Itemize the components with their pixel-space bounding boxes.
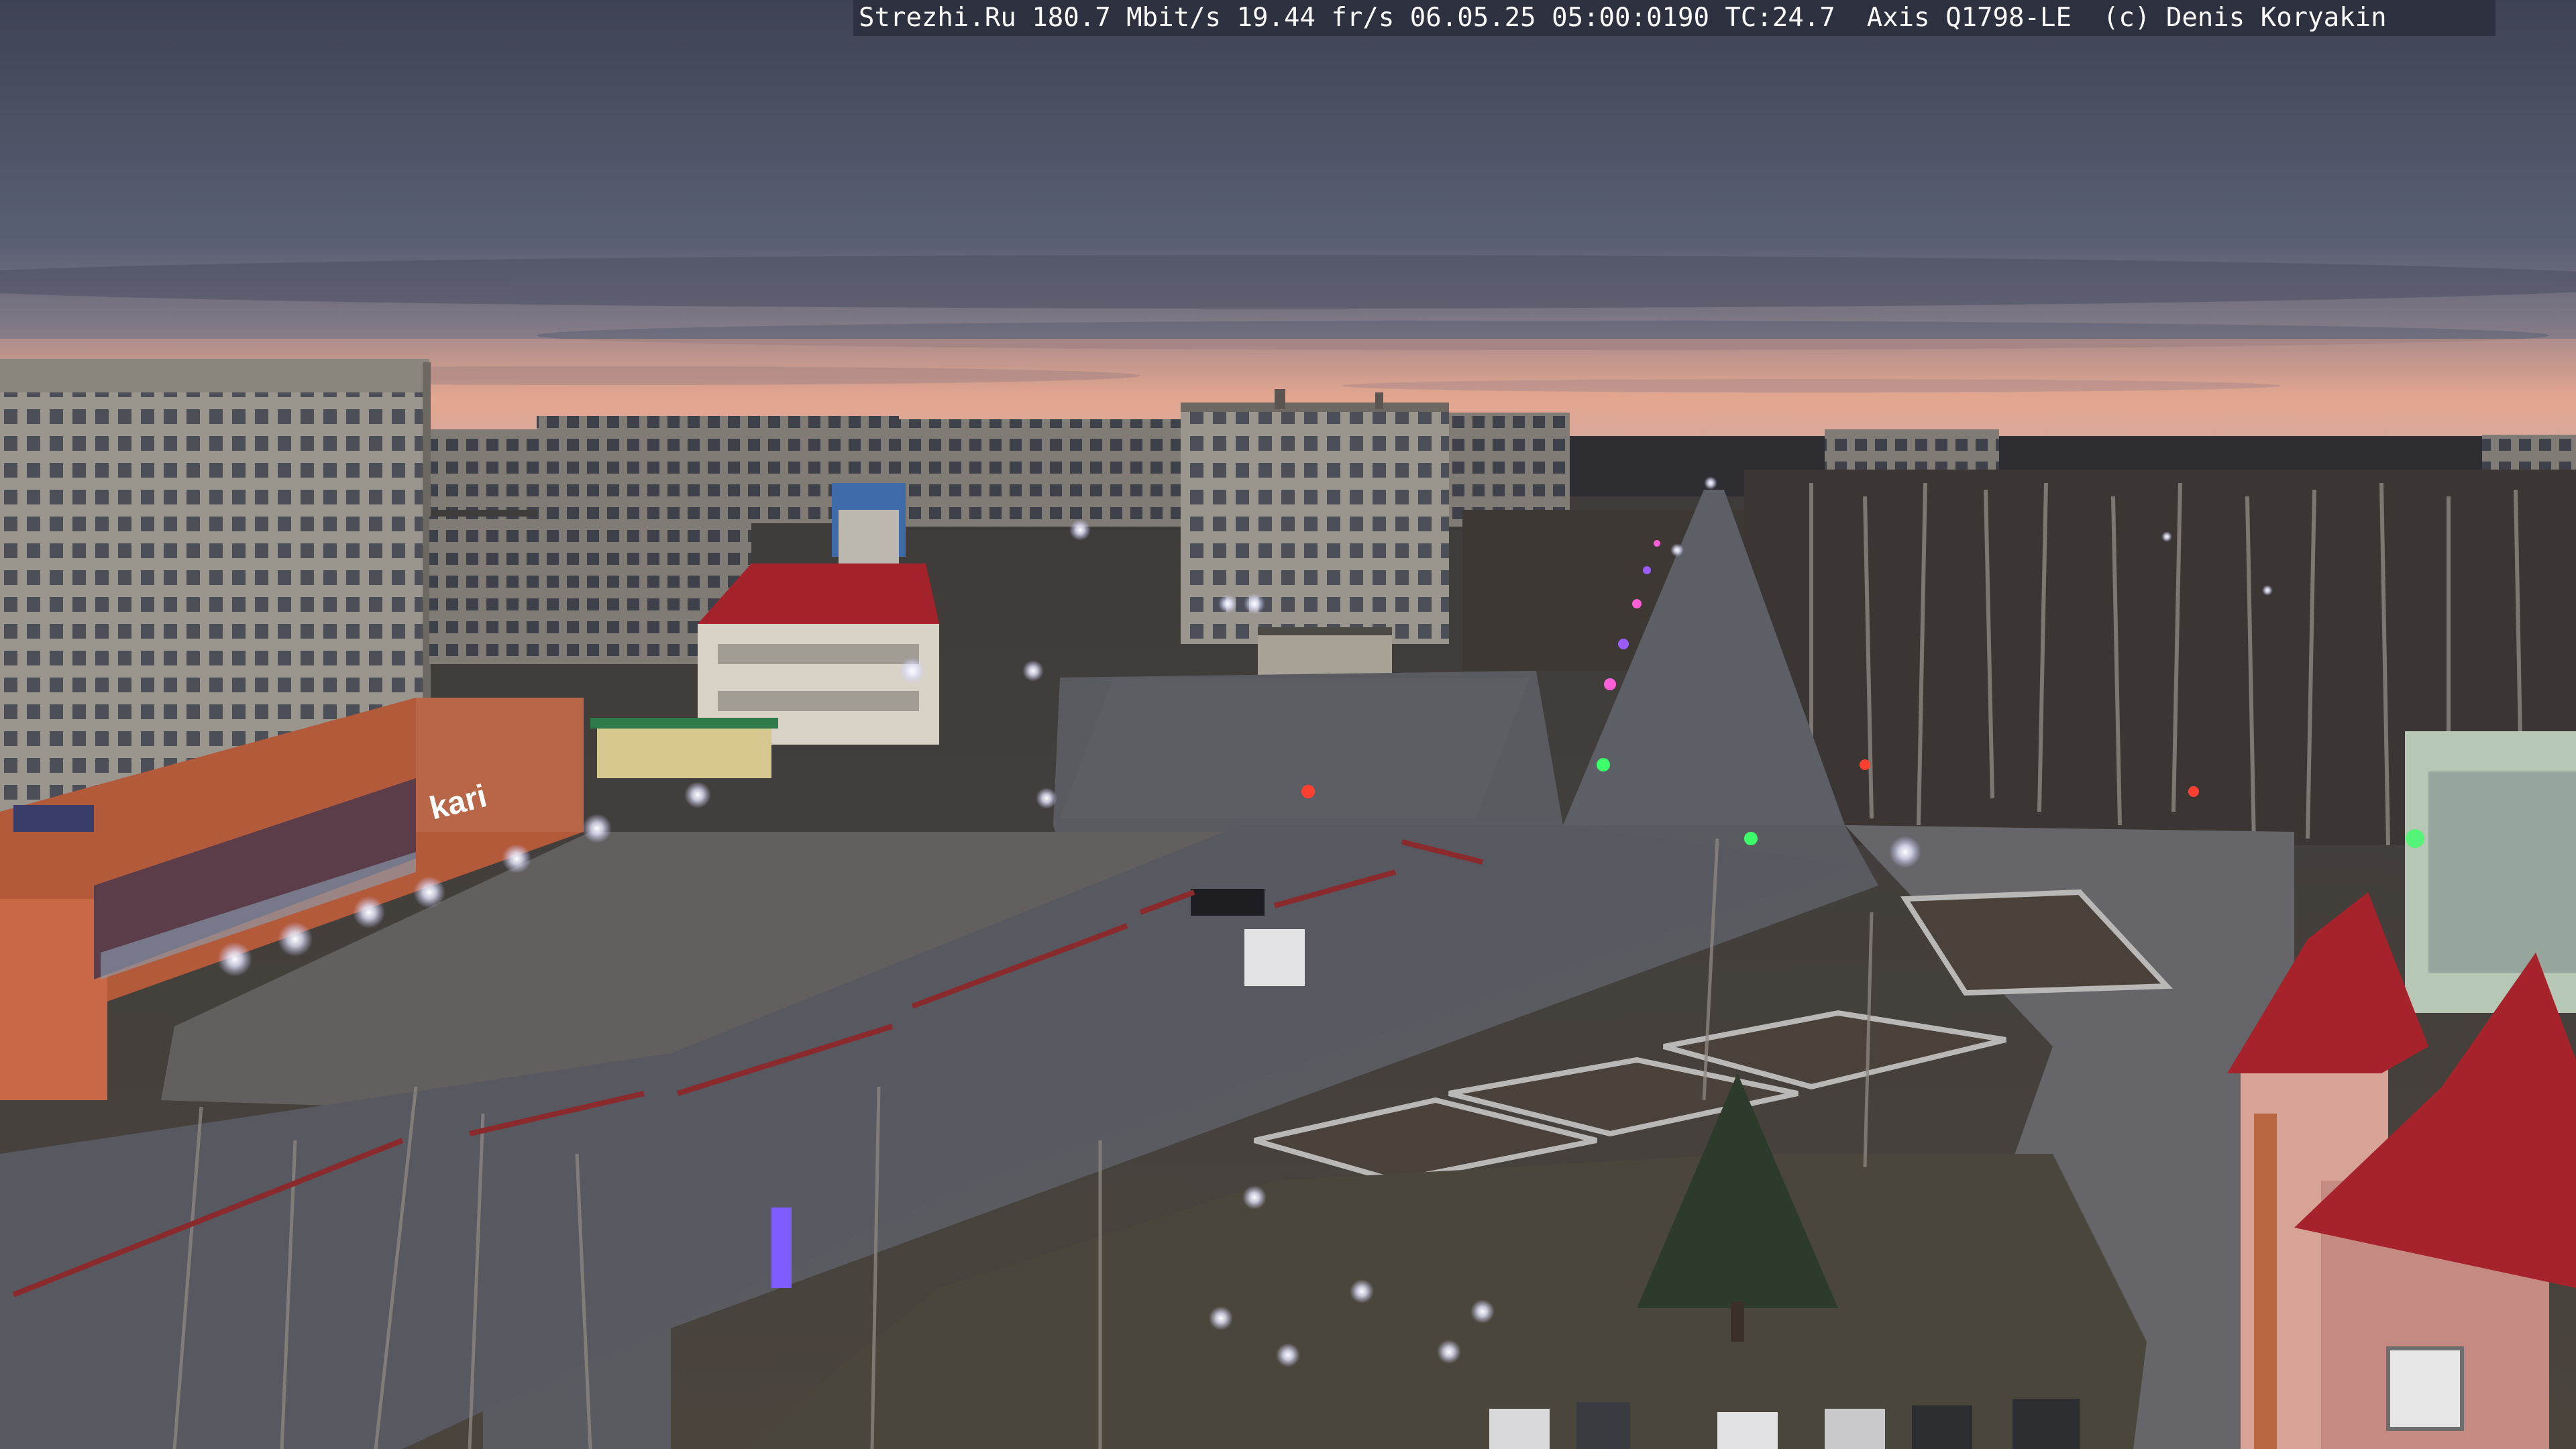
parked-car-1	[1489, 1409, 1550, 1449]
blue-tower-base	[839, 510, 899, 564]
parked-car-6	[2012, 1399, 2080, 1449]
camera-scene	[0, 0, 2576, 1449]
parked-car-5	[1912, 1405, 1972, 1449]
webcam-caption-overlay: Strezhi.Ru 180.7 Mbit/s 19.44 fr/s 06.05…	[853, 0, 2496, 36]
white-van	[1244, 929, 1305, 986]
parked-car-2	[1576, 1402, 1630, 1449]
parking-square	[1060, 678, 1529, 818]
parked-car-4	[1825, 1409, 1885, 1449]
parked-car-3	[1717, 1412, 1778, 1449]
red-roof-building	[698, 564, 939, 745]
right-building	[2405, 731, 2576, 1013]
dark-car	[1191, 889, 1265, 916]
small-yellow-shop	[597, 724, 771, 778]
